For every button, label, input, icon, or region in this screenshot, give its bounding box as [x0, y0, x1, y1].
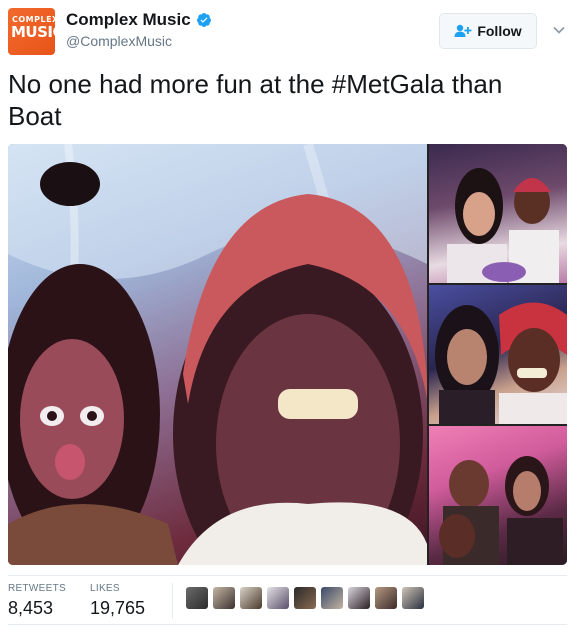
likes-count: 19,765 [90, 598, 146, 618]
tweet-stats: RETWEETS 8,453 LIKES 19,765 [0, 575, 575, 625]
liker-avatar[interactable] [348, 587, 370, 609]
liker-avatar[interactable] [240, 587, 262, 609]
retweets-stat[interactable]: RETWEETS 8,453 [8, 583, 66, 619]
photo-thumb-1-illustration [447, 168, 559, 283]
add-user-icon [454, 24, 472, 37]
user-handle[interactable]: @ComplexMusic [66, 33, 172, 49]
name-row: Complex Music [66, 10, 212, 30]
media-photo-thumbnail[interactable] [429, 285, 567, 424]
liker-avatar[interactable] [321, 587, 343, 609]
liker-avatar[interactable] [186, 587, 208, 609]
retweets-label: RETWEETS [8, 583, 66, 594]
tweet-text: No one had more fun at the #MetGala than… [8, 69, 503, 131]
stats-bottom-divider [8, 624, 567, 625]
media-photo-thumbnail[interactable] [429, 426, 567, 565]
photo-thumb-2-illustration [435, 302, 567, 424]
liker-avatar[interactable] [294, 587, 316, 609]
retweets-count: 8,453 [8, 598, 54, 618]
avatar-logo-text-bottom: MUSIC [11, 23, 55, 41]
liker-avatar[interactable] [402, 587, 424, 609]
tweet-header: COMPLEX MUSIC Complex Music @ComplexMusi… [0, 0, 575, 60]
verified-badge-icon [196, 13, 211, 27]
avatar[interactable]: COMPLEX MUSIC [8, 8, 55, 55]
liker-avatar[interactable] [375, 587, 397, 609]
liker-avatar[interactable] [213, 587, 235, 609]
stats-separator [172, 583, 173, 619]
likes-stat[interactable]: LIKES 19,765 [90, 583, 145, 619]
follow-button-label: Follow [477, 23, 522, 39]
liker-avatar[interactable] [267, 587, 289, 609]
media-photo-main[interactable] [8, 144, 427, 565]
media-photo-thumbnail[interactable] [429, 144, 567, 283]
likes-label: LIKES [90, 583, 120, 594]
media-grid [8, 144, 567, 565]
liked-by-avatars [186, 587, 429, 609]
chevron-down-icon[interactable] [551, 22, 567, 38]
follow-button[interactable]: Follow [439, 13, 537, 49]
display-name[interactable]: Complex Music [66, 10, 191, 30]
photo-main-illustration [8, 144, 427, 565]
photo-thumb-3-illustration [439, 456, 563, 565]
